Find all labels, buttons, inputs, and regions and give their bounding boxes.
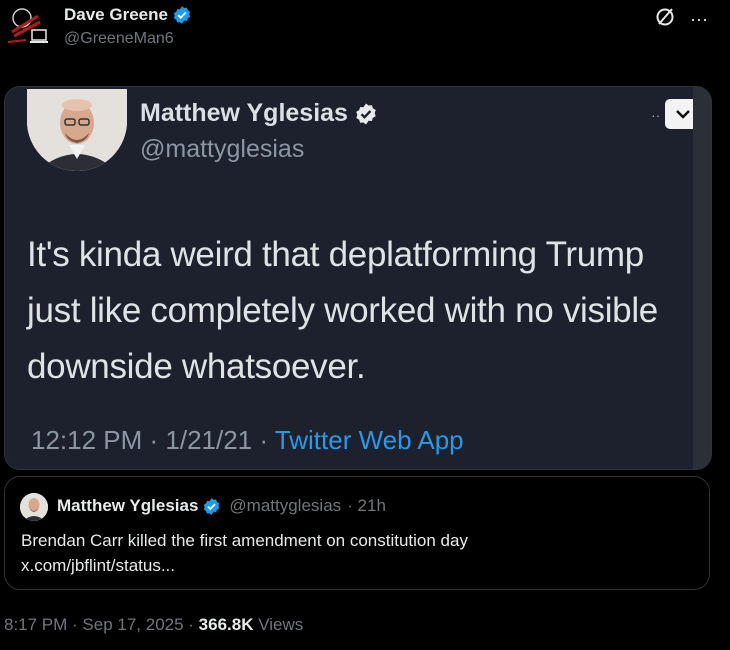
quoted-link[interactable]: x.com/jbflint/status... bbox=[21, 553, 701, 578]
media-image[interactable]: Matthew Yglesias @mattyglesias ·· It's k… bbox=[4, 86, 712, 470]
quoted-name[interactable]: Matthew Yglesias bbox=[57, 496, 198, 516]
author-name[interactable]: Dave Greene bbox=[64, 5, 168, 25]
embedded-name: Matthew Yglesias bbox=[140, 99, 348, 127]
tweet-footer: 8:17 PM · Sep 17, 2025 · 366.8K Views bbox=[4, 615, 303, 635]
author-avatar[interactable] bbox=[4, 2, 54, 48]
quoted-avatar[interactable] bbox=[20, 493, 48, 521]
embedded-handle: @mattyglesias bbox=[140, 135, 305, 163]
quoted-text: Brendan Carr killed the first amendment … bbox=[21, 528, 701, 578]
top-actions: ··· bbox=[654, 6, 708, 32]
avatar-logo-icon bbox=[4, 2, 54, 48]
embedded-app: Twitter Web App bbox=[274, 425, 464, 455]
embedded-time-date: 12:12 PM · 1/21/21 · bbox=[31, 425, 275, 455]
embedded-dots: ·· bbox=[651, 107, 661, 123]
tweet-time-date[interactable]: 8:17 PM · Sep 17, 2025 · bbox=[4, 615, 199, 634]
views-count: 366.8K bbox=[198, 615, 254, 634]
quoted-handle[interactable]: @mattyglesias bbox=[229, 496, 341, 516]
quoted-text-line: Brendan Carr killed the first amendment … bbox=[21, 531, 468, 550]
author-name-row: Dave Greene bbox=[64, 5, 192, 25]
views-label: Views bbox=[253, 615, 304, 634]
embedded-verified-icon bbox=[356, 103, 376, 124]
embedded-tweet-text: It's kinda weird that deplatforming Trum… bbox=[27, 235, 658, 386]
quoted-verified-icon bbox=[204, 497, 220, 515]
embedded-meta: 12:12 PM · 1/21/21 · Twitter Web App bbox=[31, 425, 464, 456]
embedded-tweet-screenshot: Matthew Yglesias @mattyglesias ·· It's k… bbox=[5, 87, 701, 469]
embedded-name-row: Matthew Yglesias bbox=[140, 99, 378, 128]
screenshot-edge bbox=[693, 87, 711, 469]
verified-badge-icon bbox=[173, 6, 191, 24]
quoted-header: Matthew Yglesias @mattyglesias · 21h bbox=[57, 496, 386, 516]
embedded-avatar bbox=[27, 89, 127, 171]
more-options-button[interactable]: ··· bbox=[690, 9, 708, 29]
quoted-time[interactable]: · 21h bbox=[347, 496, 386, 516]
author-handle[interactable]: @GreeneMan6 bbox=[64, 30, 174, 48]
slash-circle-icon[interactable] bbox=[654, 6, 676, 32]
quoted-tweet-card[interactable]: Matthew Yglesias @mattyglesias · 21h Bre… bbox=[4, 476, 710, 590]
